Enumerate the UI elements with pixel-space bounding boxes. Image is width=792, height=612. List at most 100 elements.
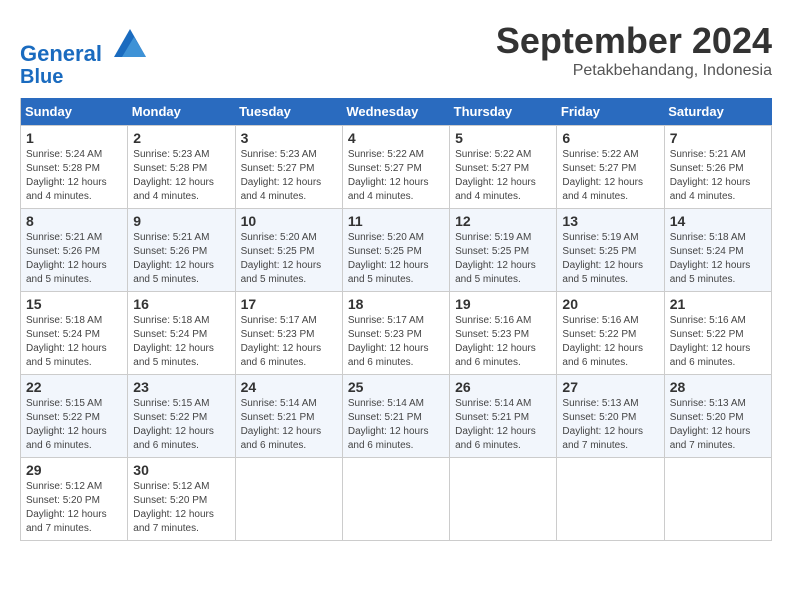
calendar-row: 29 Sunrise: 5:12 AM Sunset: 5:20 PM Dayl… xyxy=(21,458,772,541)
sunrise-label: Sunrise: 5:16 AM xyxy=(562,315,638,326)
cell-info: Sunrise: 5:23 AM Sunset: 5:27 PM Dayligh… xyxy=(241,148,337,204)
cell-info: Sunrise: 5:19 AM Sunset: 5:25 PM Dayligh… xyxy=(562,231,658,287)
calendar-cell: 24 Sunrise: 5:14 AM Sunset: 5:21 PM Dayl… xyxy=(235,375,342,458)
calendar-cell: 28 Sunrise: 5:13 AM Sunset: 5:20 PM Dayl… xyxy=(664,375,771,458)
sunrise-label: Sunrise: 5:13 AM xyxy=(562,398,638,409)
sunset-label: Sunset: 5:22 PM xyxy=(26,412,100,423)
sunset-label: Sunset: 5:22 PM xyxy=(562,329,636,340)
sunset-label: Sunset: 5:24 PM xyxy=(133,329,207,340)
sunrise-label: Sunrise: 5:21 AM xyxy=(133,232,209,243)
cell-info: Sunrise: 5:22 AM Sunset: 5:27 PM Dayligh… xyxy=(348,148,444,204)
daylight-label: Daylight: 12 hours and 6 minutes. xyxy=(241,426,322,451)
logo: General Blue xyxy=(20,25,150,88)
sunset-label: Sunset: 5:25 PM xyxy=(455,246,529,257)
cell-info: Sunrise: 5:19 AM Sunset: 5:25 PM Dayligh… xyxy=(455,231,551,287)
sunrise-label: Sunrise: 5:15 AM xyxy=(133,398,209,409)
sunrise-label: Sunrise: 5:24 AM xyxy=(26,149,102,160)
daylight-label: Daylight: 12 hours and 5 minutes. xyxy=(26,260,107,285)
sunset-label: Sunset: 5:22 PM xyxy=(133,412,207,423)
col-sunday: Sunday xyxy=(21,98,128,126)
sunrise-label: Sunrise: 5:18 AM xyxy=(26,315,102,326)
cell-info: Sunrise: 5:23 AM Sunset: 5:28 PM Dayligh… xyxy=(133,148,229,204)
cell-info: Sunrise: 5:22 AM Sunset: 5:27 PM Dayligh… xyxy=(562,148,658,204)
day-number: 19 xyxy=(455,296,551,312)
daylight-label: Daylight: 12 hours and 7 minutes. xyxy=(26,509,107,534)
sunset-label: Sunset: 5:27 PM xyxy=(241,163,315,174)
daylight-label: Daylight: 12 hours and 5 minutes. xyxy=(670,260,751,285)
daylight-label: Daylight: 12 hours and 6 minutes. xyxy=(455,426,536,451)
sunrise-label: Sunrise: 5:21 AM xyxy=(26,232,102,243)
cell-info: Sunrise: 5:18 AM Sunset: 5:24 PM Dayligh… xyxy=(133,314,229,370)
daylight-label: Daylight: 12 hours and 5 minutes. xyxy=(348,260,429,285)
calendar-cell: 1 Sunrise: 5:24 AM Sunset: 5:28 PM Dayli… xyxy=(21,126,128,209)
calendar-cell: 16 Sunrise: 5:18 AM Sunset: 5:24 PM Dayl… xyxy=(128,292,235,375)
sunset-label: Sunset: 5:27 PM xyxy=(348,163,422,174)
sunset-label: Sunset: 5:25 PM xyxy=(348,246,422,257)
calendar-cell: 15 Sunrise: 5:18 AM Sunset: 5:24 PM Dayl… xyxy=(21,292,128,375)
cell-info: Sunrise: 5:15 AM Sunset: 5:22 PM Dayligh… xyxy=(133,397,229,453)
calendar-cell: 6 Sunrise: 5:22 AM Sunset: 5:27 PM Dayli… xyxy=(557,126,664,209)
calendar-cell: 23 Sunrise: 5:15 AM Sunset: 5:22 PM Dayl… xyxy=(128,375,235,458)
day-number: 15 xyxy=(26,296,122,312)
cell-info: Sunrise: 5:18 AM Sunset: 5:24 PM Dayligh… xyxy=(26,314,122,370)
daylight-label: Daylight: 12 hours and 5 minutes. xyxy=(133,343,214,368)
cell-info: Sunrise: 5:17 AM Sunset: 5:23 PM Dayligh… xyxy=(348,314,444,370)
daylight-label: Daylight: 12 hours and 6 minutes. xyxy=(241,343,322,368)
calendar-cell xyxy=(450,458,557,541)
calendar-cell: 3 Sunrise: 5:23 AM Sunset: 5:27 PM Dayli… xyxy=(235,126,342,209)
day-number: 30 xyxy=(133,462,229,478)
cell-info: Sunrise: 5:13 AM Sunset: 5:20 PM Dayligh… xyxy=(670,397,766,453)
sunset-label: Sunset: 5:26 PM xyxy=(26,246,100,257)
daylight-label: Daylight: 12 hours and 4 minutes. xyxy=(348,177,429,202)
day-number: 2 xyxy=(133,130,229,146)
sunset-label: Sunset: 5:26 PM xyxy=(670,163,744,174)
daylight-label: Daylight: 12 hours and 7 minutes. xyxy=(133,509,214,534)
calendar-cell: 17 Sunrise: 5:17 AM Sunset: 5:23 PM Dayl… xyxy=(235,292,342,375)
cell-info: Sunrise: 5:22 AM Sunset: 5:27 PM Dayligh… xyxy=(455,148,551,204)
calendar-cell: 30 Sunrise: 5:12 AM Sunset: 5:20 PM Dayl… xyxy=(128,458,235,541)
calendar-cell: 13 Sunrise: 5:19 AM Sunset: 5:25 PM Dayl… xyxy=(557,209,664,292)
sunset-label: Sunset: 5:26 PM xyxy=(133,246,207,257)
cell-info: Sunrise: 5:14 AM Sunset: 5:21 PM Dayligh… xyxy=(455,397,551,453)
day-number: 5 xyxy=(455,130,551,146)
sunset-label: Sunset: 5:20 PM xyxy=(562,412,636,423)
day-number: 11 xyxy=(348,213,444,229)
day-number: 7 xyxy=(670,130,766,146)
cell-info: Sunrise: 5:20 AM Sunset: 5:25 PM Dayligh… xyxy=(241,231,337,287)
cell-info: Sunrise: 5:15 AM Sunset: 5:22 PM Dayligh… xyxy=(26,397,122,453)
sunset-label: Sunset: 5:27 PM xyxy=(562,163,636,174)
calendar-row: 1 Sunrise: 5:24 AM Sunset: 5:28 PM Dayli… xyxy=(21,126,772,209)
col-tuesday: Tuesday xyxy=(235,98,342,126)
cell-info: Sunrise: 5:14 AM Sunset: 5:21 PM Dayligh… xyxy=(241,397,337,453)
day-number: 12 xyxy=(455,213,551,229)
day-number: 8 xyxy=(26,213,122,229)
sunrise-label: Sunrise: 5:13 AM xyxy=(670,398,746,409)
sunrise-label: Sunrise: 5:14 AM xyxy=(348,398,424,409)
daylight-label: Daylight: 12 hours and 5 minutes. xyxy=(455,260,536,285)
calendar-cell: 9 Sunrise: 5:21 AM Sunset: 5:26 PM Dayli… xyxy=(128,209,235,292)
sunset-label: Sunset: 5:21 PM xyxy=(455,412,529,423)
sunrise-label: Sunrise: 5:18 AM xyxy=(670,232,746,243)
day-number: 26 xyxy=(455,379,551,395)
col-saturday: Saturday xyxy=(664,98,771,126)
daylight-label: Daylight: 12 hours and 4 minutes. xyxy=(241,177,322,202)
daylight-label: Daylight: 12 hours and 5 minutes. xyxy=(26,343,107,368)
daylight-label: Daylight: 12 hours and 6 minutes. xyxy=(348,426,429,451)
sunset-label: Sunset: 5:27 PM xyxy=(455,163,529,174)
calendar-cell: 14 Sunrise: 5:18 AM Sunset: 5:24 PM Dayl… xyxy=(664,209,771,292)
daylight-label: Daylight: 12 hours and 4 minutes. xyxy=(670,177,751,202)
calendar-cell: 12 Sunrise: 5:19 AM Sunset: 5:25 PM Dayl… xyxy=(450,209,557,292)
sunset-label: Sunset: 5:25 PM xyxy=(241,246,315,257)
day-number: 23 xyxy=(133,379,229,395)
sunset-label: Sunset: 5:28 PM xyxy=(26,163,100,174)
page-header: General Blue September 2024 Petakbehanda… xyxy=(20,20,772,88)
cell-info: Sunrise: 5:16 AM Sunset: 5:22 PM Dayligh… xyxy=(670,314,766,370)
calendar-cell: 22 Sunrise: 5:15 AM Sunset: 5:22 PM Dayl… xyxy=(21,375,128,458)
header-row: Sunday Monday Tuesday Wednesday Thursday… xyxy=(21,98,772,126)
calendar-cell xyxy=(235,458,342,541)
sunrise-label: Sunrise: 5:22 AM xyxy=(348,149,424,160)
daylight-label: Daylight: 12 hours and 6 minutes. xyxy=(348,343,429,368)
sunset-label: Sunset: 5:23 PM xyxy=(241,329,315,340)
calendar-cell: 20 Sunrise: 5:16 AM Sunset: 5:22 PM Dayl… xyxy=(557,292,664,375)
location-title: Petakbehandang, Indonesia xyxy=(496,62,772,80)
